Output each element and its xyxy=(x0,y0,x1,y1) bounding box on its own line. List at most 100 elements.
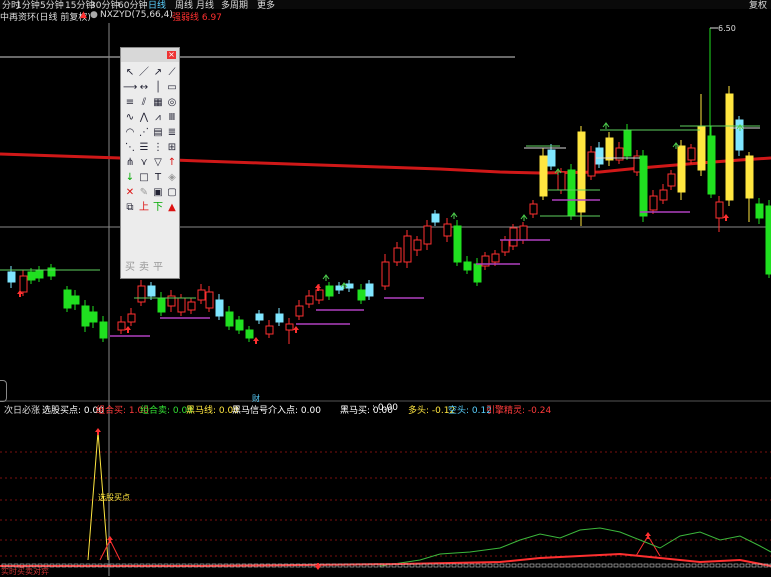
zigzag-icon[interactable]: ⋀ xyxy=(137,111,151,125)
box-icon[interactable]: □ xyxy=(137,171,151,185)
color-icon[interactable]: ◈ xyxy=(165,171,179,185)
candle-body xyxy=(315,289,324,301)
spike-arrow-icon xyxy=(95,428,101,435)
down-arrow-icon[interactable]: ↓ xyxy=(123,171,137,185)
candle-body xyxy=(463,261,472,271)
screen-icon[interactable]: ▣ xyxy=(151,186,165,200)
pointer-icon[interactable]: ↖ xyxy=(123,66,137,80)
candle-body xyxy=(667,173,676,187)
indicator-item-1: 选股买点: 0.00 xyxy=(42,406,104,416)
candle-body xyxy=(403,235,412,263)
candle-body xyxy=(381,261,390,287)
triangle-icon[interactable]: ▽ xyxy=(151,156,165,170)
volume-tick xyxy=(529,563,535,568)
volume-tick xyxy=(481,563,487,568)
candle-body xyxy=(197,289,206,301)
candle-body xyxy=(677,145,686,193)
candle-body xyxy=(539,155,548,197)
bar-grid-icon[interactable]: ▦ xyxy=(151,96,165,110)
candle-body xyxy=(187,301,196,311)
fib-arc-icon[interactable]: ◠ xyxy=(123,126,137,140)
candle-body xyxy=(623,129,632,157)
gann-icon[interactable]: ▤ xyxy=(151,126,165,140)
candle-body xyxy=(89,311,98,323)
gann-fan-icon[interactable]: ⋱ xyxy=(123,141,137,155)
volume-tick xyxy=(619,563,625,568)
buy-point-label: 选股买点 xyxy=(98,492,130,502)
speed-line-icon[interactable]: ≣ xyxy=(165,126,179,140)
volume-tick xyxy=(523,563,529,568)
line-icon[interactable]: ／ xyxy=(137,66,151,80)
volume-tick xyxy=(475,563,481,568)
volume-tick xyxy=(433,563,439,568)
signal-mark-icon xyxy=(602,122,610,129)
window-icon[interactable]: ▢ xyxy=(165,186,179,200)
ray-icon[interactable]: ↗ xyxy=(151,66,165,80)
close-button[interactable]: × xyxy=(167,51,176,59)
triangle-wave-icon[interactable]: ⩘ xyxy=(151,111,165,125)
up-arrow-icon[interactable]: ↑ xyxy=(165,156,179,170)
period-toolbar: 分时 1分钟 5分钟 15分钟 30分钟 60分钟 日线 周线 月线 多周期 更多 xyxy=(0,0,771,11)
trade-tool-0[interactable]: 买 xyxy=(123,261,137,275)
parallel-icon[interactable]: ≡ xyxy=(123,96,137,110)
down-mark-icon[interactable]: 下 xyxy=(151,201,165,215)
fan-icon[interactable]: ⋔ xyxy=(123,156,137,170)
indicator-item-4: 黑马线: 0.00 xyxy=(186,406,239,416)
timeline-icon[interactable]: ⊞ xyxy=(165,141,179,155)
volume-tick xyxy=(451,563,457,568)
volume-tick xyxy=(439,563,445,568)
up-arrow-icon: ▲ xyxy=(80,10,87,20)
buy-arrow-icon xyxy=(723,214,729,221)
copy-icon[interactable]: ⧉ xyxy=(123,201,137,215)
indicator-item-0: 次日必涨 xyxy=(4,406,41,416)
trade-tool-2[interactable]: 平 xyxy=(151,261,165,275)
candle-body xyxy=(275,313,284,323)
signal-mark-icon xyxy=(322,274,330,281)
buy-arrow-icon xyxy=(125,326,131,333)
candle-body xyxy=(595,147,604,165)
vertical-line-icon[interactable]: │ xyxy=(151,81,165,95)
arrow-line-icon[interactable]: ↔ xyxy=(137,81,151,95)
settings-icon[interactable]: ● xyxy=(90,10,98,20)
up-mark-icon[interactable]: 上 xyxy=(137,201,151,215)
candle-body xyxy=(423,225,432,245)
spike-arrow-icon xyxy=(645,532,651,539)
note-icon[interactable]: ✎ xyxy=(137,186,151,200)
down-fan-icon[interactable]: ⋎ xyxy=(137,156,151,170)
lines-icon[interactable]: ☰ xyxy=(137,141,151,155)
candle-body xyxy=(547,149,556,167)
candle-body xyxy=(27,271,36,281)
wave-icon[interactable]: ∿ xyxy=(123,111,137,125)
trade-tool-1[interactable]: 卖 xyxy=(137,261,151,275)
candle-body xyxy=(587,151,596,177)
fib-fan-icon[interactable]: ⋰ xyxy=(137,126,151,140)
circle-icon[interactable]: ◎ xyxy=(165,96,179,110)
delete-icon[interactable]: ✕ xyxy=(123,186,137,200)
candle-body xyxy=(707,135,716,195)
segment-icon[interactable]: ⟋ xyxy=(165,66,179,80)
volume-tick xyxy=(589,563,595,568)
candle-body xyxy=(295,305,304,317)
cycle-icon[interactable]: ⋮ xyxy=(151,141,165,155)
text-icon[interactable]: T xyxy=(151,171,165,185)
candle-body xyxy=(63,289,72,309)
candle-body xyxy=(35,269,44,279)
buy-arrow-icon xyxy=(253,337,259,344)
volume-tick xyxy=(601,563,607,568)
volume-tick xyxy=(577,563,583,568)
volume-tick xyxy=(649,563,655,568)
candle-body xyxy=(697,125,706,171)
fib-icon[interactable]: Ⅲ xyxy=(165,111,179,125)
indicator-name[interactable]: NXZYD(75,66,4) xyxy=(100,10,173,20)
candlestick-chart[interactable]: 6.50 选股买点 xyxy=(0,0,771,576)
trend-channel-icon[interactable]: ⫽ xyxy=(137,96,151,110)
volume-tick xyxy=(739,563,745,568)
panel-toggle-handle[interactable] xyxy=(0,380,7,402)
volume-tick xyxy=(751,563,757,568)
price-channel-icon[interactable]: ▭ xyxy=(165,81,179,95)
volume-tick xyxy=(553,563,559,568)
candle-body xyxy=(117,321,126,331)
extend-line-icon[interactable]: ⟶ xyxy=(123,81,137,95)
flag-icon[interactable]: ▲ xyxy=(165,201,179,215)
volume-tick xyxy=(727,563,733,568)
